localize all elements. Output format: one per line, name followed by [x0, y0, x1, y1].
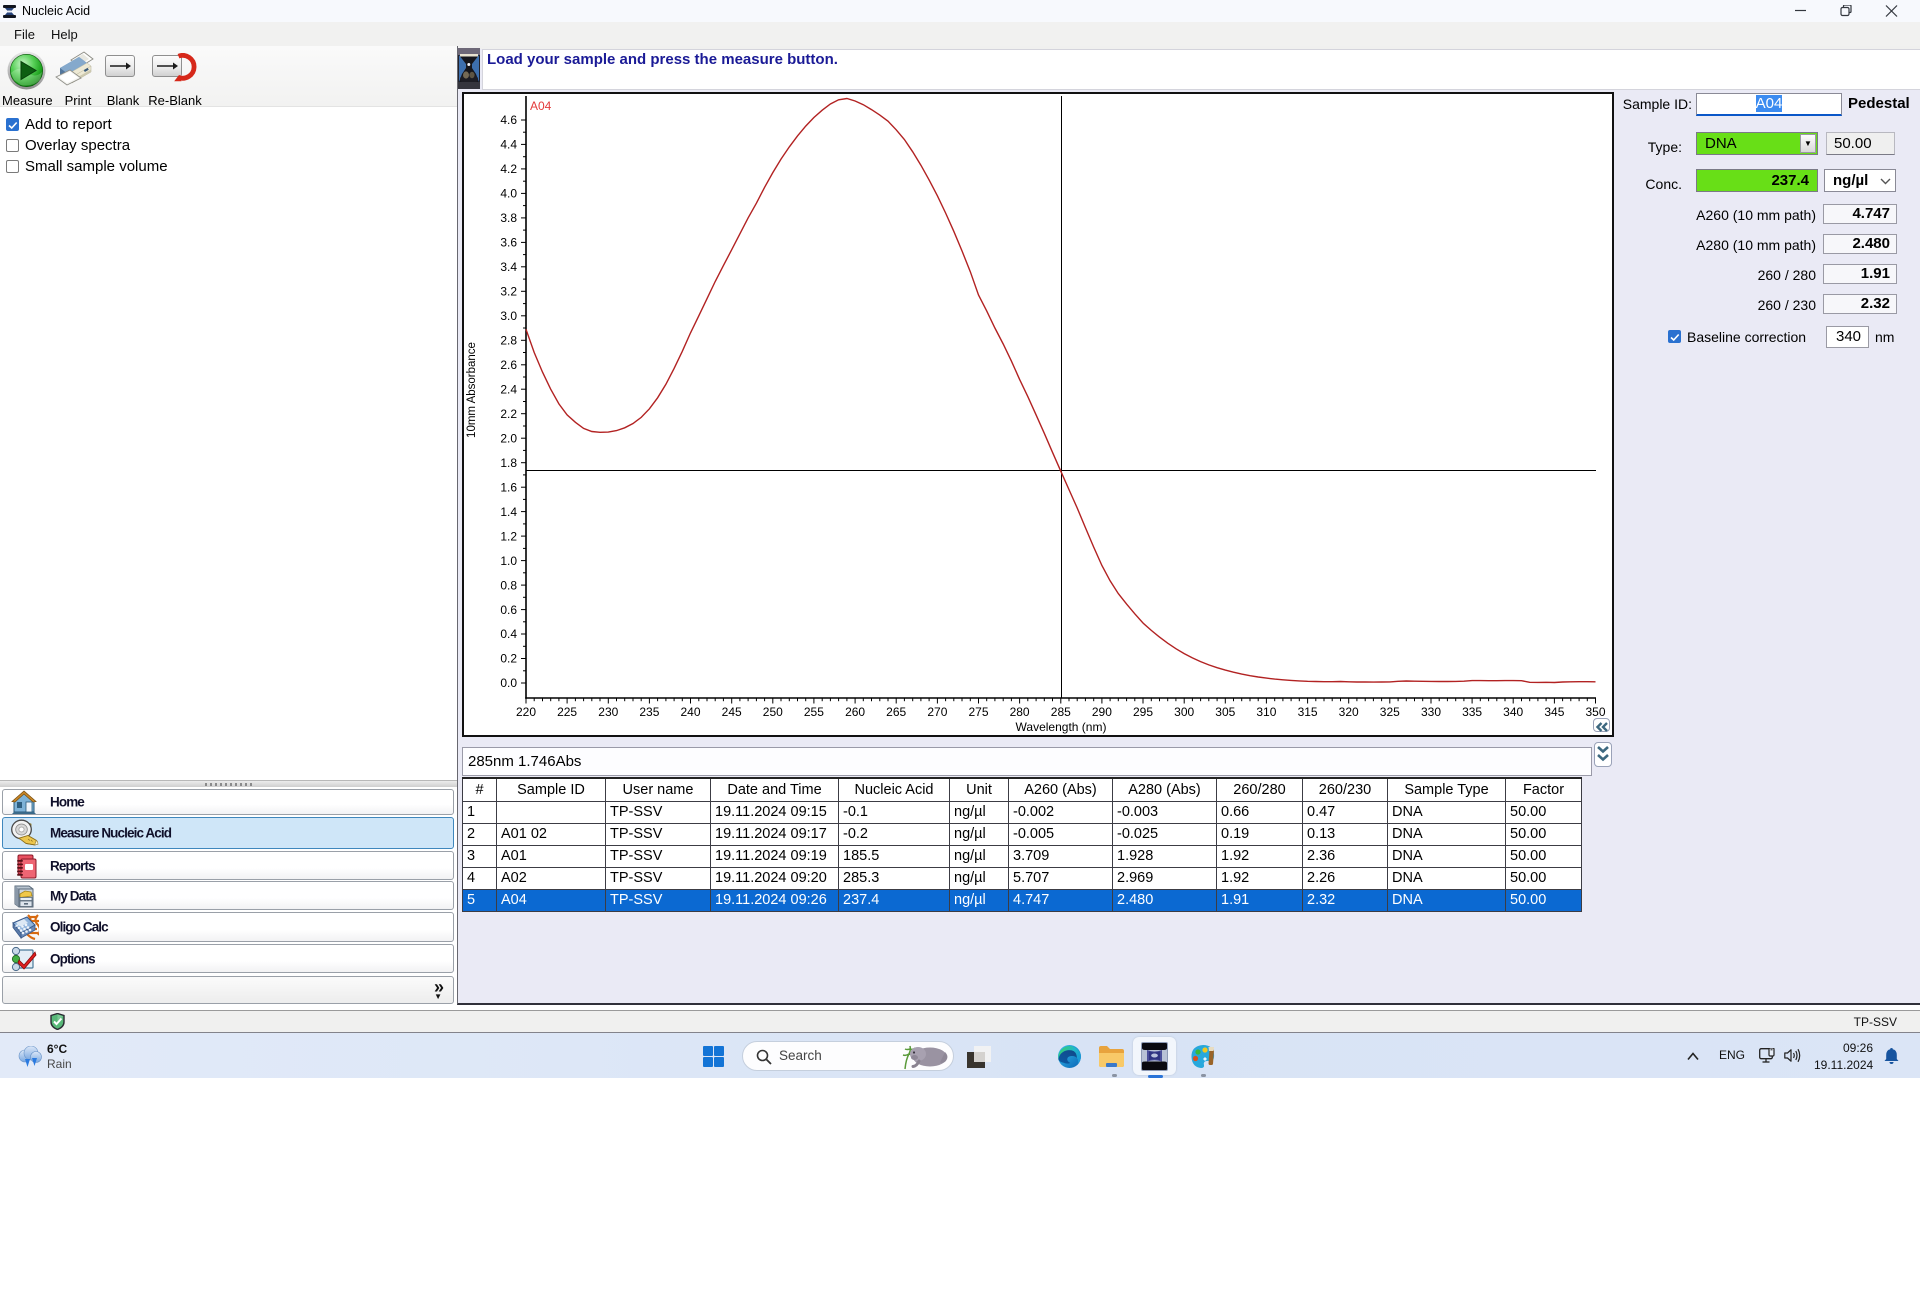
svg-text:2.8: 2.8 — [500, 334, 517, 348]
svg-text:300: 300 — [1174, 705, 1194, 719]
svg-text:Wavelength (nm): Wavelength (nm) — [1016, 720, 1107, 734]
svg-text:265: 265 — [886, 705, 906, 719]
svg-text:1.2: 1.2 — [500, 529, 517, 543]
svg-text:305: 305 — [1215, 705, 1235, 719]
svg-text:310: 310 — [1256, 705, 1276, 719]
svg-text:3.2: 3.2 — [500, 285, 517, 299]
svg-text:340: 340 — [1503, 705, 1523, 719]
svg-text:2.6: 2.6 — [500, 358, 517, 372]
svg-text:4.0: 4.0 — [500, 187, 517, 201]
svg-text:230: 230 — [598, 705, 618, 719]
svg-text:315: 315 — [1298, 705, 1318, 719]
svg-text:335: 335 — [1462, 705, 1482, 719]
svg-text:1.4: 1.4 — [500, 505, 517, 519]
svg-text:250: 250 — [763, 705, 783, 719]
svg-text:345: 345 — [1544, 705, 1564, 719]
svg-text:2.2: 2.2 — [500, 407, 517, 421]
svg-text:260: 260 — [845, 705, 865, 719]
svg-text:0.2: 0.2 — [500, 652, 517, 666]
svg-text:330: 330 — [1421, 705, 1441, 719]
svg-text:280: 280 — [1010, 705, 1030, 719]
svg-text:0.0: 0.0 — [500, 676, 517, 690]
svg-text:10mm Absorbance: 10mm Absorbance — [466, 342, 478, 438]
svg-text:350: 350 — [1585, 705, 1605, 719]
svg-text:225: 225 — [557, 705, 577, 719]
svg-text:1.8: 1.8 — [500, 456, 517, 470]
svg-text:285: 285 — [1051, 705, 1071, 719]
svg-text:3.0: 3.0 — [500, 309, 517, 323]
svg-text:0.6: 0.6 — [500, 603, 517, 617]
svg-text:325: 325 — [1380, 705, 1400, 719]
svg-text:1.6: 1.6 — [500, 480, 517, 494]
svg-text:3.8: 3.8 — [500, 211, 517, 225]
svg-text:270: 270 — [927, 705, 947, 719]
svg-text:1.0: 1.0 — [500, 554, 517, 568]
svg-text:2.0: 2.0 — [500, 431, 517, 445]
svg-text:245: 245 — [722, 705, 742, 719]
svg-text:295: 295 — [1133, 705, 1153, 719]
svg-text:A04: A04 — [530, 99, 552, 113]
svg-text:235: 235 — [639, 705, 659, 719]
svg-text:0.8: 0.8 — [500, 578, 517, 592]
svg-text:0.4: 0.4 — [500, 627, 517, 641]
svg-text:220: 220 — [516, 705, 536, 719]
svg-text:255: 255 — [804, 705, 824, 719]
svg-text:4.4: 4.4 — [500, 138, 517, 152]
svg-text:4.6: 4.6 — [500, 113, 517, 127]
svg-text:240: 240 — [680, 705, 700, 719]
svg-text:275: 275 — [968, 705, 988, 719]
svg-text:4.2: 4.2 — [500, 162, 517, 176]
svg-text:290: 290 — [1092, 705, 1112, 719]
svg-text:320: 320 — [1339, 705, 1359, 719]
svg-text:2.4: 2.4 — [500, 382, 517, 396]
svg-text:3.4: 3.4 — [500, 260, 517, 274]
svg-text:3.6: 3.6 — [500, 236, 517, 250]
